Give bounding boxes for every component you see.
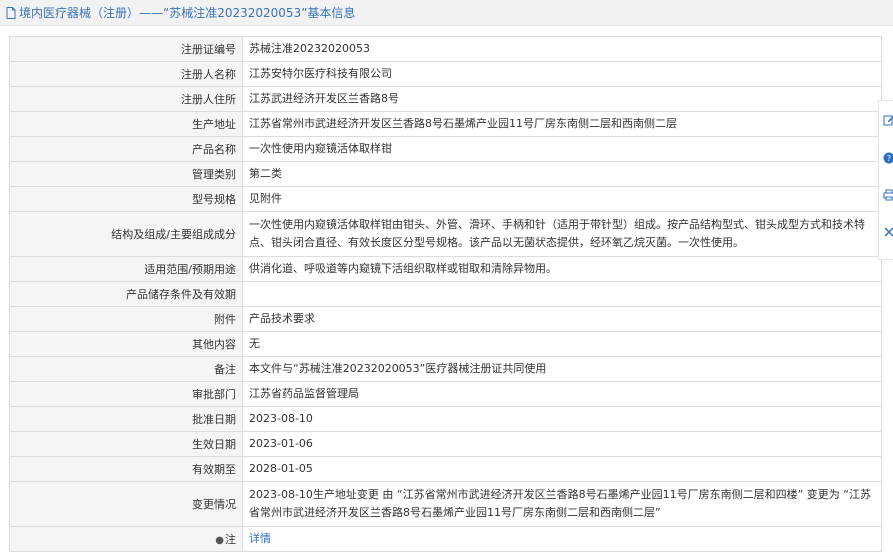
table-row: 附件 产品技术要求 <box>9 306 882 332</box>
detail-link[interactable]: 详情 <box>249 532 271 545</box>
row-value: 2023-08-10 <box>242 406 882 432</box>
row-label: 适用范围/预期用途 <box>9 256 243 282</box>
row-value: 苏械注准20232020053 <box>242 36 882 62</box>
row-value: 江苏省常州市武进经济开发区兰香路8号石墨烯产业园11号厂房东南侧二层和西南侧二层 <box>242 111 882 137</box>
svg-text:?: ? <box>887 154 891 163</box>
row-label: 有效期至 <box>9 456 243 482</box>
row-value: 无 <box>242 331 882 357</box>
row-value: 2023-08-10生产地址变更 由 “江苏省常州市武进经济开发区兰香路8号石墨… <box>242 481 882 527</box>
row-label: 结构及组成/主要组成成分 <box>9 211 243 257</box>
row-value: 本文件与“苏械注准20232020053”医疗器械注册证共同使用 <box>242 356 882 382</box>
document-icon <box>6 6 16 19</box>
row-value: 江苏武进经济开发区兰香路8号 <box>242 86 882 112</box>
table-row: 批准日期 2023-08-10 <box>9 406 882 432</box>
note-label: 注 <box>225 533 236 546</box>
page-title: 境内医疗器械（注册）——“苏械注准20232020053”基本信息 <box>19 6 356 20</box>
table-row: 产品名称 一次性使用内窥镜活体取样钳 <box>9 136 882 162</box>
table-row: 产品储存条件及有效期 <box>9 281 882 307</box>
table-row: 其他内容无 <box>9 331 882 357</box>
row-value: 第二类 <box>242 161 882 187</box>
table-row: 结构及组成/主要组成成分 一次性使用内窥镜活体取样钳由钳头、外管、滑环、手柄和针（… <box>9 211 882 257</box>
row-label: 备注 <box>9 356 243 382</box>
row-label: 产品名称 <box>9 136 243 162</box>
table-row-note: ●注 详情 <box>9 526 882 552</box>
page-header: 境内医疗器械（注册）——“苏械注准20232020053”基本信息 <box>0 0 893 26</box>
row-label: 批准日期 <box>9 406 243 432</box>
table-row: 型号规格 见附件 <box>9 186 882 212</box>
help-icon[interactable]: ? <box>883 152 893 164</box>
table-row: 有效期至 2028-01-05 <box>9 456 882 482</box>
row-value: 供消化道、呼吸道等内窥镜下活组织取样或钳取和清除异物用。 <box>242 256 882 282</box>
location-pin-icon: ● <box>215 535 224 546</box>
row-value <box>242 281 882 307</box>
edit-icon[interactable] <box>883 114 893 126</box>
side-toolbar: ? <box>878 100 893 260</box>
row-label: 管理类别 <box>9 161 243 187</box>
table-row: 生效日期 2023-01-06 <box>9 431 882 457</box>
close-icon[interactable] <box>883 226 893 238</box>
row-label: 变更情况 <box>9 481 243 527</box>
table-row: 备注 本文件与“苏械注准20232020053”医疗器械注册证共同使用 <box>9 356 882 382</box>
row-label: 生效日期 <box>9 431 243 457</box>
table-row: 适用范围/预期用途 供消化道、呼吸道等内窥镜下活组织取样或钳取和清除异物用。 <box>9 256 882 282</box>
table-row: 生产地址 江苏省常州市武进经济开发区兰香路8号石墨烯产业园11号厂房东南侧二层和西… <box>9 111 882 137</box>
row-value: 产品技术要求 <box>242 306 882 332</box>
row-value: 一次性使用内窥镜活体取样钳 <box>242 136 882 162</box>
row-label: 型号规格 <box>9 186 243 212</box>
table-row: 注册证编号 苏械注准20232020053 <box>9 36 882 62</box>
table-row: 管理类别 第二类 <box>9 161 882 187</box>
row-label: 注册人住所 <box>9 86 243 112</box>
row-value: 2028-01-05 <box>242 456 882 482</box>
row-value: 一次性使用内窥镜活体取样钳由钳头、外管、滑环、手柄和针（适用于带针型）组成。按产… <box>242 211 882 257</box>
print-icon[interactable] <box>883 189 893 201</box>
table-row: 注册人住所 江苏武进经济开发区兰香路8号 <box>9 86 882 112</box>
table-row: 变更情况 2023-08-10生产地址变更 由 “江苏省常州市武进经济开发区兰香路… <box>9 481 882 527</box>
row-label: 附件 <box>9 306 243 332</box>
note-value-cell: 详情 <box>242 526 882 552</box>
info-table: 注册证编号 苏械注准20232020053 注册人名称 江苏安特尔医疗科技有限公司 … <box>9 36 882 552</box>
row-label: 生产地址 <box>9 111 243 137</box>
row-label: 注册人名称 <box>9 61 243 87</box>
row-label: 注册证编号 <box>9 36 243 62</box>
row-label: 审批部门 <box>9 381 243 407</box>
row-label: 其他内容 <box>9 331 243 357</box>
row-value: 江苏安特尔医疗科技有限公司 <box>242 61 882 87</box>
table-row: 审批部门 江苏省药品监督管理局 <box>9 381 882 407</box>
table-row: 注册人名称 江苏安特尔医疗科技有限公司 <box>9 61 882 87</box>
row-value: 见附件 <box>242 186 882 212</box>
row-value: 江苏省药品监督管理局 <box>242 381 882 407</box>
row-label: 产品储存条件及有效期 <box>9 281 243 307</box>
row-value: 2023-01-06 <box>242 431 882 457</box>
note-label-cell: ●注 <box>9 526 243 552</box>
